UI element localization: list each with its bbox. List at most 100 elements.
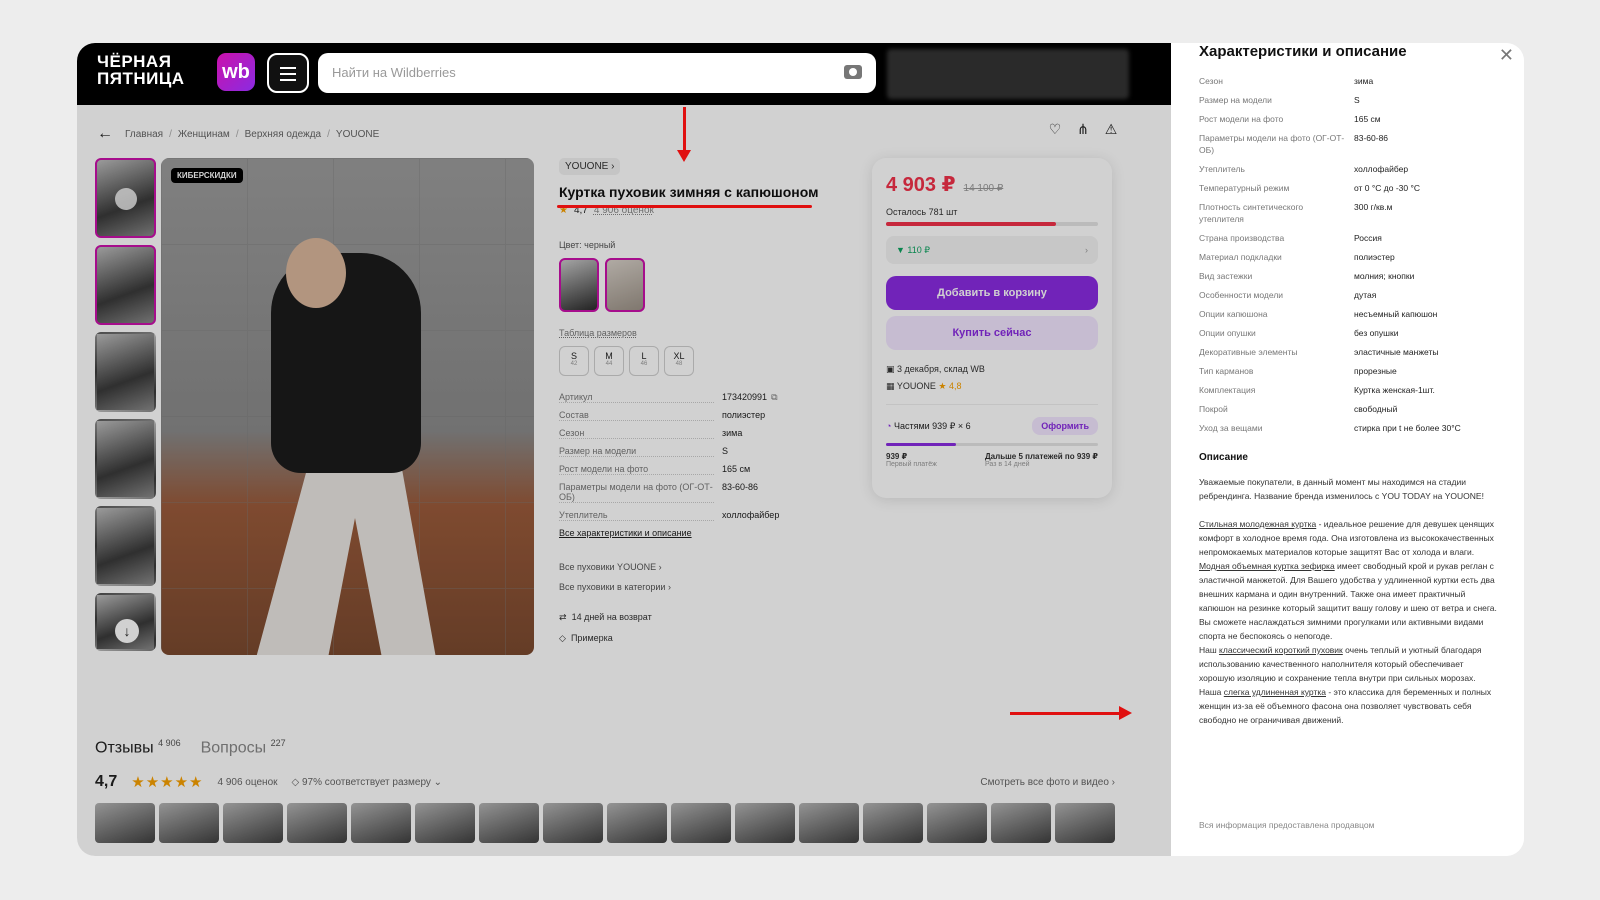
spec-row: Размер на модели S: [559, 446, 729, 457]
annotation-arrow-down: [677, 107, 691, 162]
brand-link[interactable]: YOUONE ›: [559, 158, 621, 175]
wb-logo[interactable]: wb: [217, 53, 255, 91]
see-all-photos-link[interactable]: Смотреть все фото и видео ›: [980, 777, 1115, 788]
tag-icon: ◇: [291, 776, 300, 788]
thumbnail[interactable]: [95, 332, 156, 412]
stock-bar: [886, 222, 1098, 226]
spec-row: Вид застежки молния; кнопки: [1199, 271, 1415, 281]
annotation-arrow-right: [1010, 706, 1132, 720]
spec-row: Комплектация Куртка женская-1шт.: [1199, 385, 1435, 395]
description-text: Уважаемые покупатели, в данный момент мы…: [1199, 477, 1497, 725]
color-swatch-black[interactable]: [559, 258, 599, 312]
menu-button[interactable]: [267, 53, 309, 93]
breadcrumb-item[interactable]: Верхняя одежда: [245, 129, 322, 140]
thumbnail[interactable]: [95, 419, 156, 499]
review-photo[interactable]: [927, 803, 987, 844]
spec-row: Параметры модели на фото (ОГ-ОТ-ОБ) 83-60…: [559, 482, 759, 503]
delivery-info: ▣ 3 декабря, склад WB ▦ YOUONE ★ 4,8: [886, 364, 1098, 392]
scroll-down-icon[interactable]: ↓: [115, 619, 139, 643]
review-photo[interactable]: [351, 803, 411, 844]
size-option[interactable]: XL 48: [664, 346, 694, 376]
size-option[interactable]: M 44: [594, 346, 624, 376]
description-heading: Описание: [1199, 452, 1248, 463]
spec-row: Утеплитель холлофайбер: [1199, 164, 1409, 174]
seller-link[interactable]: ▦ YOUONE ★ 4,8: [886, 381, 1098, 392]
thumbnail[interactable]: [95, 245, 156, 325]
main-product-image[interactable]: КИБЕРСКИДКИ: [161, 158, 534, 655]
black-friday-logo[interactable]: ЧЁРНАЯ ПЯТНИЦА: [97, 53, 185, 87]
close-icon[interactable]: ✕: [1499, 45, 1514, 66]
price-history[interactable]: ▼ 110 ₽ ›: [886, 236, 1098, 264]
breadcrumb: ← Главная / Женщинам / Верхняя одежда / YOU…: [97, 125, 380, 143]
breadcrumb-item[interactable]: YOUONE: [336, 129, 379, 140]
size-fit-dropdown[interactable]: ◇ 97% соответствует размеру ⌄: [292, 777, 443, 788]
all-brand-link[interactable]: Все пуховики YOUONE ›: [559, 562, 849, 572]
return-icon: ⇄: [559, 612, 567, 622]
reviews-section: Отзывы 4 906 Вопросы 227 4,7 ★★★★★ 4 906…: [95, 738, 1115, 844]
share-icon[interactable]: ⋔: [1075, 121, 1091, 137]
tab-questions[interactable]: Вопросы 227: [201, 738, 286, 757]
spec-row: Сезон зима: [559, 428, 743, 439]
copy-icon[interactable]: ⧉: [771, 392, 777, 403]
breadcrumb-item[interactable]: Женщинам: [178, 129, 230, 140]
promo-badge: КИБЕРСКИДКИ: [171, 168, 243, 183]
panel-spec-list: Сезон зима Размер на модели S Рост модели …: [1199, 75, 1500, 434]
color-swatch-beige[interactable]: [605, 258, 645, 312]
spec-row: Уход за вещами стирка при t не более 30°C: [1199, 423, 1461, 433]
installment-button[interactable]: Оформить: [1032, 417, 1098, 435]
spec-row: Сезон зима: [1199, 76, 1374, 86]
review-photo[interactable]: [415, 803, 475, 844]
spec-row: Утеплитель холлофайбер: [559, 510, 780, 521]
report-icon[interactable]: ⚠: [1103, 121, 1119, 137]
spec-list: Артикул 173420991 ⧉ Состав полиэстер Сезон…: [559, 392, 849, 521]
panel-title: Характеристики и описание: [1199, 43, 1407, 60]
price: 4 903 ₽ 14 100 ₽: [886, 174, 1004, 196]
spec-row: Опции капюшона несъемный капюшон: [1199, 309, 1438, 319]
size-option[interactable]: S 42: [559, 346, 589, 376]
thumbnail[interactable]: [95, 506, 156, 586]
search-input[interactable]: Найти на Wildberries: [318, 53, 876, 93]
tab-reviews[interactable]: Отзывы 4 906: [95, 738, 181, 757]
review-photos: [95, 803, 1115, 844]
review-photo[interactable]: [543, 803, 603, 844]
all-specs-link[interactable]: Все характеристики и описание: [559, 528, 849, 538]
search-placeholder: Найти на Wildberries: [332, 65, 456, 80]
product-info: YOUONE › Куртка пуховик зимняя с капюшон…: [559, 158, 849, 654]
thumbnail[interactable]: ↓: [95, 593, 156, 651]
review-photo[interactable]: [671, 803, 731, 844]
back-arrow-icon[interactable]: ←: [97, 125, 113, 143]
spec-row: Плотность синтетического утеплителя 300 г…: [1199, 202, 1393, 224]
stars-icon: ★★★★★: [131, 774, 204, 792]
review-photo[interactable]: [735, 803, 795, 844]
spec-row: Декоративные элементы эластичные манжеты: [1199, 347, 1439, 357]
buy-box: 4 903 ₽ 14 100 ₽ Осталось 781 шт ▼ 110 ₽…: [872, 158, 1112, 498]
all-category-link[interactable]: Все пуховики в категории ›: [559, 582, 849, 592]
review-photo[interactable]: [95, 803, 155, 844]
spec-row: Страна производства Россия: [1199, 233, 1382, 243]
camera-icon[interactable]: [844, 65, 862, 79]
spec-row: Температурный режим от 0 °С до -30 °С: [1199, 183, 1421, 193]
stock-label: Осталось 781 шт: [886, 207, 958, 217]
buy-now-button[interactable]: Купить сейчас: [886, 316, 1098, 350]
size-table-link[interactable]: Таблица размеров: [559, 328, 849, 338]
installment-details: 939 ₽ Первый платёж Дальше 5 платежей по …: [886, 452, 1098, 468]
add-to-cart-button[interactable]: Добавить в корзину: [886, 276, 1098, 310]
review-photo[interactable]: [991, 803, 1051, 844]
spec-row: Рост модели на фото 165 см: [559, 464, 751, 475]
review-photo[interactable]: [1055, 803, 1115, 844]
heart-icon[interactable]: ♡: [1047, 121, 1063, 137]
shop-icon: ▦: [886, 381, 895, 391]
review-photo[interactable]: [479, 803, 539, 844]
thumbnail-video[interactable]: [95, 158, 156, 238]
review-photo[interactable]: [287, 803, 347, 844]
review-photo[interactable]: [799, 803, 859, 844]
review-photo[interactable]: [223, 803, 283, 844]
installment-bar: [886, 443, 1098, 446]
review-photo[interactable]: [863, 803, 923, 844]
breadcrumb-item[interactable]: Главная: [125, 129, 163, 140]
spec-row: Тип карманов прорезные: [1199, 366, 1397, 376]
size-option[interactable]: L 46: [629, 346, 659, 376]
review-photo[interactable]: [607, 803, 667, 844]
review-photo[interactable]: [159, 803, 219, 844]
spec-row: Опции опушки без опушки: [1199, 328, 1399, 338]
